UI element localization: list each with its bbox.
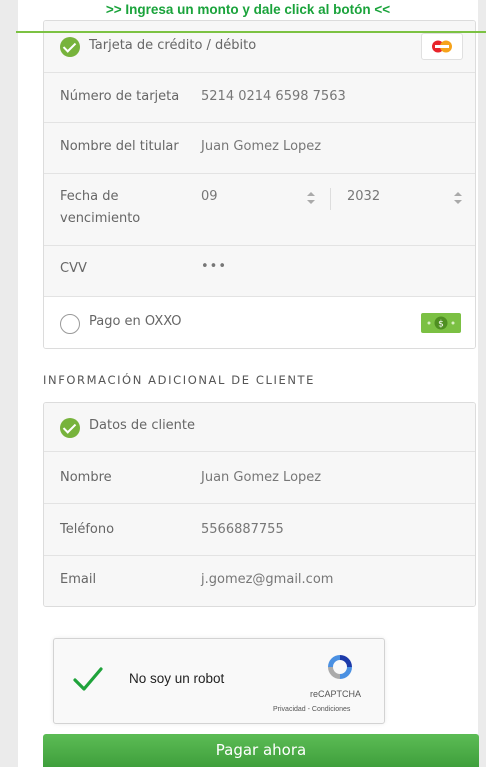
cvv-input[interactable]: ••• — [201, 259, 227, 274]
client-name-row: Nombre Juan Gomez Lopez — [44, 451, 475, 503]
cash-icon: $ — [421, 313, 461, 333]
holder-input[interactable]: Juan Gomez Lopez — [201, 139, 321, 154]
expiry-label-line1: Fecha de — [60, 189, 119, 204]
client-email-row: Email j.gomez@gmail.com — [44, 555, 475, 606]
expiry-label-line2: vencimiento — [60, 211, 141, 226]
card-option-label: Tarjeta de crédito / débito — [89, 38, 257, 53]
month-spinner-icon[interactable] — [307, 192, 315, 204]
client-phone-row: Teléfono 5566887755 — [44, 503, 475, 555]
client-name-input[interactable]: Juan Gomez Lopez — [201, 470, 321, 485]
banner-divider — [16, 31, 486, 33]
oxxo-option-label: Pago en OXXO — [89, 314, 182, 329]
client-data-card: Datos de cliente Nombre Juan Gomez Lopez… — [43, 402, 476, 607]
selected-check-icon — [60, 37, 80, 57]
expiry-row: Fecha de vencimiento 09 2032 — [44, 173, 475, 246]
client-data-header: Datos de cliente — [44, 403, 475, 451]
card-brand-icon — [421, 33, 463, 60]
client-section-title: INFORMACIÓN ADICIONAL DE CLIENTE — [43, 373, 316, 387]
client-phone-input[interactable]: 5566887755 — [201, 522, 284, 537]
card-number-label: Número de tarjeta — [60, 89, 180, 104]
svg-text:$: $ — [438, 320, 444, 330]
year-spinner-icon[interactable] — [454, 192, 462, 204]
client-phone-label: Teléfono — [60, 522, 115, 537]
expiry-year-select[interactable]: 2032 — [347, 189, 380, 204]
client-name-label: Nombre — [60, 470, 112, 485]
pay-now-button[interactable]: Pagar ahora — [43, 734, 479, 767]
recaptcha-links[interactable]: Privacidad - Condiciones — [273, 706, 350, 713]
checkout-page: >> Ingresa un monto y dale click al botó… — [16, 0, 486, 767]
card-payment-option[interactable]: Tarjeta de crédito / débito — [44, 21, 475, 73]
selected-check-icon — [60, 418, 80, 438]
cvv-row: CVV ••• — [44, 245, 475, 296]
expiry-divider — [330, 188, 331, 210]
holder-label: Nombre del titular — [60, 139, 179, 154]
card-number-input[interactable]: 5214 0214 6598 7563 — [201, 89, 346, 104]
client-header-label: Datos de cliente — [89, 418, 196, 433]
holder-row: Nombre del titular Juan Gomez Lopez — [44, 122, 475, 174]
recaptcha-label: No soy un robot — [129, 671, 225, 686]
recaptcha-checkmark-icon[interactable] — [72, 665, 104, 693]
recaptcha-widget: No soy un robot reCAPTCHA Privacidad - C… — [53, 638, 385, 724]
client-email-input[interactable]: j.gomez@gmail.com — [201, 572, 333, 587]
oxxo-radio[interactable] — [60, 314, 80, 334]
cvv-label: CVV — [60, 261, 87, 276]
banner-text: >> Ingresa un monto y dale click al botó… — [105, 2, 391, 17]
card-number-row: Número de tarjeta 5214 0214 6598 7563 — [44, 72, 475, 123]
recaptcha-logo-icon — [324, 651, 356, 683]
oxxo-payment-option[interactable]: Pago en OXXO $ — [44, 296, 475, 348]
payment-methods-card: Tarjeta de crédito / débito Número de ta… — [43, 20, 476, 349]
recaptcha-brand: reCAPTCHA — [310, 689, 362, 699]
client-email-label: Email — [60, 572, 97, 587]
expiry-month-select[interactable]: 09 — [201, 189, 218, 204]
